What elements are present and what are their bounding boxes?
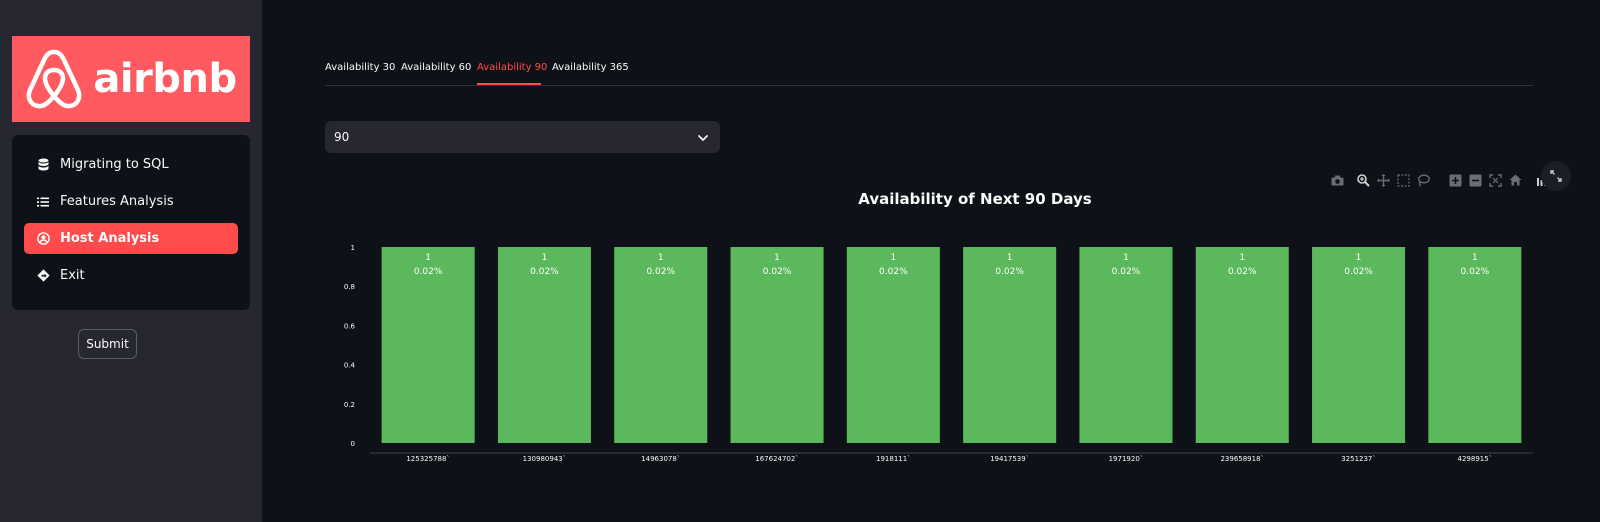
active-tab-indicator [477, 83, 541, 85]
menu-item-migrating-to-sql[interactable]: Migrating to SQL [24, 149, 238, 180]
bar-percent-label: 0.02% [1344, 267, 1373, 277]
x-ticks-group: 125325788` 130980943` 14963078` 167624702` 1… [406, 455, 1492, 463]
x-tick-label: 4298915` [1458, 455, 1493, 463]
bar-percent-label: 0.02% [763, 267, 792, 277]
menu-item-label: Migrating to SQL [60, 157, 169, 172]
menu-item-exit[interactable]: Exit [24, 260, 238, 291]
bar-value-label: 1 [1007, 253, 1013, 263]
y-tick-label: 0.6 [344, 322, 356, 330]
x-tick-label: 3251237` [1341, 455, 1376, 463]
menu-item-label: Host Analysis [60, 231, 160, 246]
logo-text: airbnb [93, 56, 237, 102]
x-tick-label: 125325788` [406, 455, 450, 463]
airbnb-logo: airbnb [12, 36, 250, 122]
tab-bar: Availability 30 Availability 60 Availabi… [325, 52, 1533, 86]
bar-percent-label: 0.02% [1112, 267, 1141, 277]
bar-value-label: 1 [542, 253, 548, 263]
bar-value-label: 1 [1239, 253, 1245, 263]
x-tick-label: 14963078` [641, 455, 680, 463]
y-tick-label: 0.4 [344, 362, 356, 370]
chevron-down-icon [698, 130, 708, 144]
airbnb-belo-icon [27, 49, 82, 109]
diamond-arrow-icon [36, 269, 50, 283]
x-tick-label: 19417539` [990, 455, 1029, 463]
x-tick-label: 167624702` [755, 455, 799, 463]
tab-availability-90[interactable]: Availability 90 [477, 62, 547, 73]
menu-item-features-analysis[interactable]: Features Analysis [24, 186, 238, 217]
menu-item-label: Features Analysis [60, 194, 174, 209]
bar-percent-label: 0.02% [1228, 267, 1257, 277]
availability-bar-chart: Availability of Next 90 Days 1 0.02% 1 0.02… [344, 190, 1533, 463]
tab-availability-365[interactable]: Availability 365 [552, 62, 629, 73]
bar-percent-label: 0.02% [879, 267, 908, 277]
bar-value-label: 1 [774, 253, 780, 263]
bars-group: 1 0.02% 1 0.02% 1 0.02% 1 0.02% 1 0.02% 1 0.02% 1 0.0… [381, 247, 1522, 443]
select-value: 90 [334, 130, 350, 144]
bar-percent-label: 0.02% [1461, 267, 1490, 277]
bar-percent-label: 0.02% [414, 267, 443, 277]
menu-item-label: Exit [60, 268, 85, 283]
x-tick-label: 1918111` [876, 455, 911, 463]
y-tick-label: 0.8 [344, 283, 355, 291]
database-icon [36, 158, 50, 172]
bar-value-label: 1 [425, 253, 431, 263]
tab-availability-60[interactable]: Availability 60 [401, 62, 471, 73]
x-tick-label: 239658918` [1220, 455, 1264, 463]
y-tick-label: 1 [351, 244, 355, 252]
bar-value-label: 1 [658, 253, 664, 263]
list-icon [36, 195, 50, 209]
bar-value-label: 1 [890, 253, 896, 263]
navigation-menu: Migrating to SQL Features Analysis Host … [12, 135, 250, 310]
y-ticks-group: 0 0.2 0.4 0.6 0.8 1 [344, 244, 356, 448]
sidebar: airbnb Migrating to SQL Features Analysi… [0, 0, 262, 522]
x-tick-label: 1971920` [1109, 455, 1144, 463]
bar-value-label: 1 [1472, 253, 1478, 263]
x-tick-label: 130980943` [523, 455, 567, 463]
bar-percent-label: 0.02% [646, 267, 675, 277]
bar-value-label: 1 [1123, 253, 1129, 263]
bar-percent-label: 0.02% [995, 267, 1024, 277]
y-tick-label: 0 [351, 440, 355, 448]
availability-select[interactable]: 90 [325, 121, 720, 153]
submit-button[interactable]: Submit [78, 329, 137, 359]
bar-value-label: 1 [1356, 253, 1362, 263]
chart-title: Availability of Next 90 Days [858, 190, 1092, 208]
user-circle-icon [36, 232, 50, 246]
menu-item-host-analysis[interactable]: Host Analysis [24, 223, 238, 254]
bar-percent-label: 0.02% [530, 267, 559, 277]
y-tick-label: 0.2 [344, 401, 355, 409]
tab-availability-30[interactable]: Availability 30 [325, 62, 395, 73]
